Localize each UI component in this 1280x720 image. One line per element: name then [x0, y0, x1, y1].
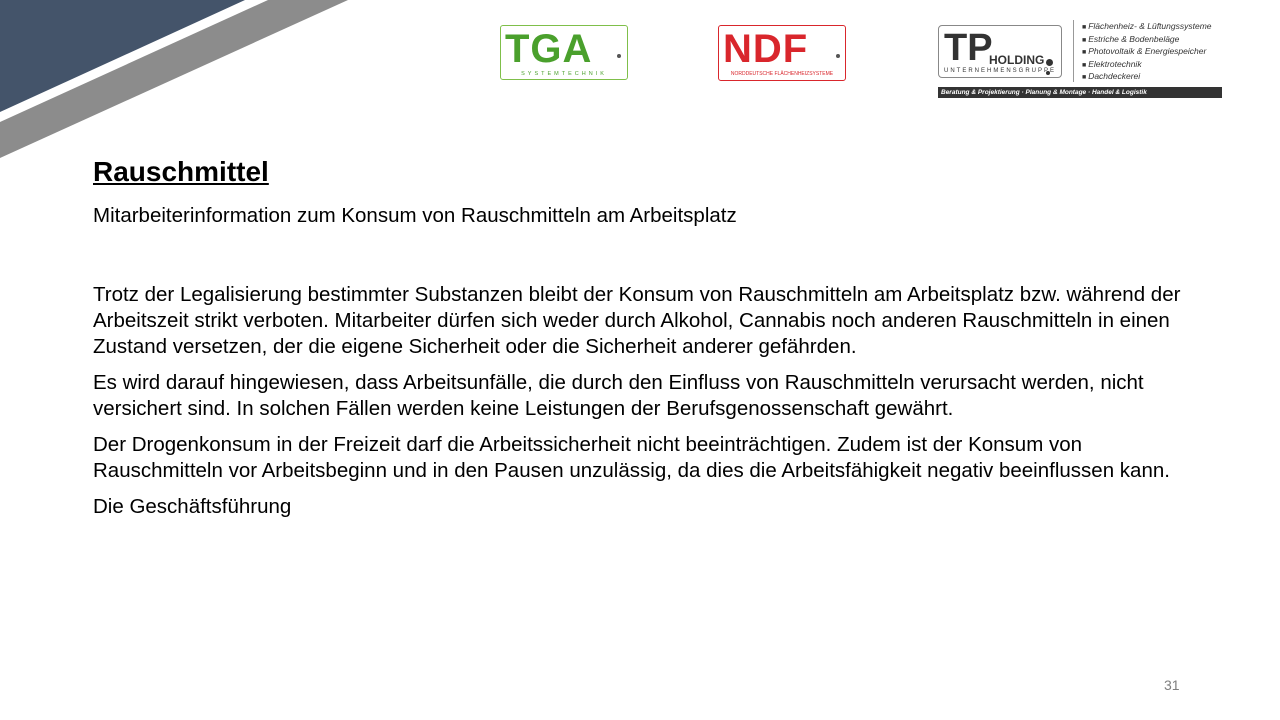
service-item: Elektrotechnik: [1082, 59, 1212, 72]
service-item: Flächenheiz- & Lüftungssysteme: [1082, 21, 1211, 34]
service-item: Dachdeckerei: [1082, 71, 1212, 84]
ndf-logo: NDF NORDDEUTSCHE FLÄCHENHEIZSYSTEME: [718, 25, 846, 81]
slide-subtitle: Mitarbeiterinformation zum Konsum von Ra…: [93, 204, 737, 227]
tp-services-list: Flächenheiz- & Lüftungssysteme Estriche …: [1082, 21, 1212, 84]
body-paragraph: Der Drogenkonsum in der Freizeit darf di…: [93, 433, 1170, 482]
signature: Die Geschäftsführung: [93, 495, 292, 518]
tp-services-bar: Beratung & Projektierung · Planung & Mon…: [938, 87, 1222, 98]
tga-logo: TGA SYSTEMTECHNIK: [500, 25, 628, 80]
slide-body: Trotz der Legalisierung bestimmter Subst…: [93, 282, 1203, 530]
logo-divider: [1073, 20, 1074, 82]
body-paragraph: Trotz der Legalisierung bestimmter Subst…: [93, 283, 1181, 358]
service-item: Estriche & Bodenbeläge: [1082, 34, 1212, 47]
slide-title: Rauschmittel: [93, 156, 269, 187]
page-number: 31: [1164, 677, 1180, 693]
service-item: Photovoltaik & Energiespeicher: [1082, 46, 1212, 59]
tp-holding-logo: TP HOLDING UNTERNEHMENSGRUPPE: [938, 25, 1062, 78]
corner-decoration: [0, 0, 348, 158]
body-paragraph: Es wird darauf hingewiesen, dass Arbeits…: [93, 371, 1144, 420]
